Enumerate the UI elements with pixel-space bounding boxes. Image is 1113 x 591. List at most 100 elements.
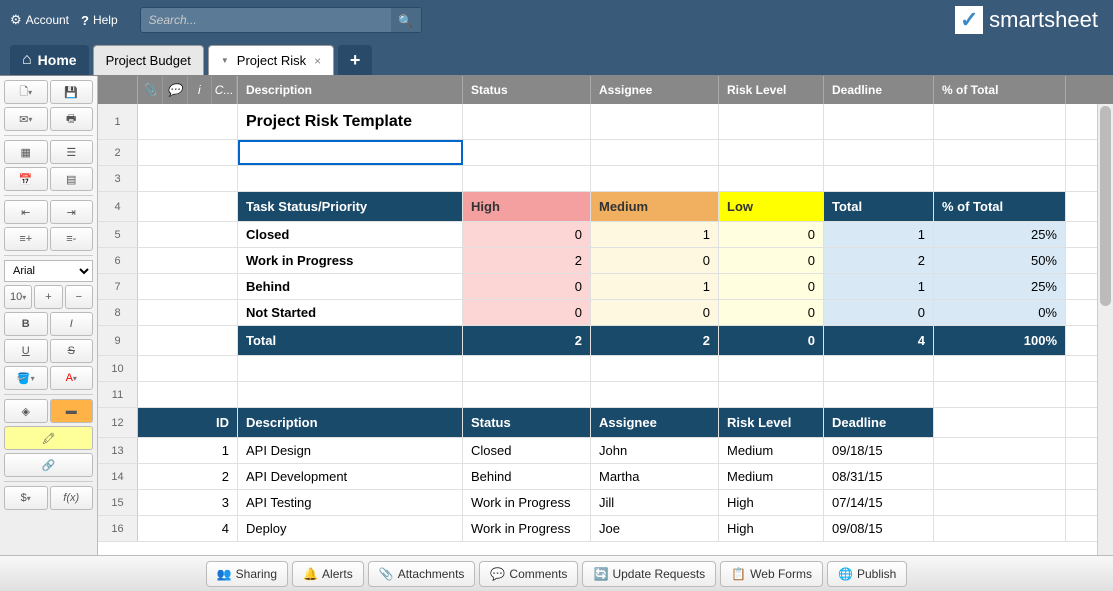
- detail-assignee[interactable]: John: [591, 438, 719, 463]
- highlight2-button[interactable]: 🖍: [4, 426, 93, 450]
- detail-assignee[interactable]: Joe: [591, 516, 719, 541]
- summary-hdr-task[interactable]: Task Status/Priority: [238, 192, 463, 221]
- summary-label[interactable]: Work in Progress: [238, 248, 463, 273]
- summary-medium[interactable]: 0: [591, 300, 719, 325]
- total-pct[interactable]: 100%: [934, 326, 1066, 355]
- summary-low[interactable]: 0: [719, 274, 824, 299]
- comments-button[interactable]: 💬Comments: [479, 561, 578, 587]
- detail-status[interactable]: Work in Progress: [463, 490, 591, 515]
- detail-status[interactable]: Behind: [463, 464, 591, 489]
- bold-button[interactable]: B: [4, 312, 48, 336]
- detail-desc[interactable]: Deploy: [238, 516, 463, 541]
- print-button[interactable]: 🖶: [50, 107, 94, 131]
- summary-pct[interactable]: 25%: [934, 274, 1066, 299]
- detail-risk[interactable]: Medium: [719, 438, 824, 463]
- col-pct-total[interactable]: % of Total: [934, 76, 1066, 104]
- summary-total[interactable]: 2: [824, 248, 934, 273]
- detail-deadline[interactable]: 09/18/15: [824, 438, 934, 463]
- italic-button[interactable]: I: [50, 312, 94, 336]
- row-number[interactable]: 9: [98, 326, 138, 355]
- detail-risk[interactable]: High: [719, 490, 824, 515]
- row-number[interactable]: 8: [98, 300, 138, 325]
- vertical-scrollbar[interactable]: [1097, 104, 1113, 555]
- col-status[interactable]: Status: [463, 76, 591, 104]
- summary-pct[interactable]: 50%: [934, 248, 1066, 273]
- summary-hdr-high[interactable]: High: [463, 192, 591, 221]
- detail-status[interactable]: Closed: [463, 438, 591, 463]
- formula-button[interactable]: f(x): [50, 486, 94, 510]
- summary-pct[interactable]: 0%: [934, 300, 1066, 325]
- summary-high[interactable]: 0: [463, 222, 591, 247]
- close-icon[interactable]: ×: [314, 54, 321, 68]
- detail-hdr-assignee[interactable]: Assignee: [591, 408, 719, 437]
- indent-button[interactable]: ⇥: [50, 200, 94, 224]
- comment-col-icon[interactable]: 💬: [163, 76, 188, 104]
- summary-hdr-low[interactable]: Low: [719, 192, 824, 221]
- detail-desc[interactable]: API Testing: [238, 490, 463, 515]
- highlight-button[interactable]: ▬: [50, 399, 94, 423]
- insert-row-button[interactable]: ≡+: [4, 227, 48, 251]
- col-deadline[interactable]: Deadline: [824, 76, 934, 104]
- publish-button[interactable]: 🌐Publish: [827, 561, 907, 587]
- total-label[interactable]: Total: [238, 326, 463, 355]
- row-number[interactable]: 1: [98, 104, 138, 139]
- sharing-button[interactable]: 👥Sharing: [206, 561, 288, 587]
- summary-high[interactable]: 0: [463, 274, 591, 299]
- fill-color-button[interactable]: 🪣▾: [4, 366, 48, 390]
- selected-cell[interactable]: [238, 140, 463, 165]
- font-size-select[interactable]: 10▾: [4, 285, 32, 309]
- attachments-button[interactable]: 📎Attachments: [368, 561, 476, 587]
- detail-hdr-deadline[interactable]: Deadline: [824, 408, 934, 437]
- search-button[interactable]: [391, 8, 421, 32]
- detail-hdr-status[interactable]: Status: [463, 408, 591, 437]
- summary-medium[interactable]: 0: [591, 248, 719, 273]
- row-number[interactable]: 15: [98, 490, 138, 515]
- detail-assignee[interactable]: Martha: [591, 464, 719, 489]
- home-button[interactable]: Home: [10, 45, 89, 75]
- summary-total[interactable]: 1: [824, 274, 934, 299]
- total-high[interactable]: 2: [463, 326, 591, 355]
- summary-medium[interactable]: 1: [591, 222, 719, 247]
- account-menu[interactable]: Account: [10, 12, 69, 28]
- col-risk-level[interactable]: Risk Level: [719, 76, 824, 104]
- currency-button[interactable]: $▾: [4, 486, 48, 510]
- attachment-col-icon[interactable]: 📎: [138, 76, 163, 104]
- total-medium[interactable]: 2: [591, 326, 719, 355]
- update-requests-button[interactable]: 🔄Update Requests: [582, 561, 716, 587]
- detail-deadline[interactable]: 08/31/15: [824, 464, 934, 489]
- col-assignee[interactable]: Assignee: [591, 76, 719, 104]
- gantt-view-button[interactable]: ☰: [50, 140, 94, 164]
- title-cell[interactable]: Project Risk Template: [238, 104, 463, 139]
- detail-hdr-desc[interactable]: Description: [238, 408, 463, 437]
- summary-high[interactable]: 2: [463, 248, 591, 273]
- summary-label[interactable]: Behind: [238, 274, 463, 299]
- row-number[interactable]: 4: [98, 192, 138, 221]
- alerts-button[interactable]: 🔔Alerts: [292, 561, 364, 587]
- detail-deadline[interactable]: 09/08/15: [824, 516, 934, 541]
- summary-hdr-medium[interactable]: Medium: [591, 192, 719, 221]
- summary-high[interactable]: 0: [463, 300, 591, 325]
- summary-low[interactable]: 0: [719, 222, 824, 247]
- detail-desc[interactable]: API Development: [238, 464, 463, 489]
- total-low[interactable]: 0: [719, 326, 824, 355]
- decrease-size-button[interactable]: −: [65, 285, 93, 309]
- summary-medium[interactable]: 1: [591, 274, 719, 299]
- detail-hdr-risk[interactable]: Risk Level: [719, 408, 824, 437]
- detail-desc[interactable]: API Design: [238, 438, 463, 463]
- summary-low[interactable]: 0: [719, 300, 824, 325]
- total-total[interactable]: 4: [824, 326, 934, 355]
- strike-button[interactable]: S: [50, 339, 94, 363]
- row-number[interactable]: 2: [98, 140, 138, 165]
- col-description[interactable]: Description: [238, 76, 463, 104]
- detail-risk[interactable]: Medium: [719, 464, 824, 489]
- summary-label[interactable]: Closed: [238, 222, 463, 247]
- detail-deadline[interactable]: 07/14/15: [824, 490, 934, 515]
- summary-hdr-pct[interactable]: % of Total: [934, 192, 1066, 221]
- increase-size-button[interactable]: +: [34, 285, 62, 309]
- tab-project-budget[interactable]: Project Budget: [93, 45, 204, 75]
- card-view-button[interactable]: ▤: [50, 167, 94, 191]
- scrollbar-thumb[interactable]: [1100, 106, 1111, 306]
- row-number[interactable]: 16: [98, 516, 138, 541]
- delete-row-button[interactable]: ≡-: [50, 227, 94, 251]
- summary-hdr-total[interactable]: Total: [824, 192, 934, 221]
